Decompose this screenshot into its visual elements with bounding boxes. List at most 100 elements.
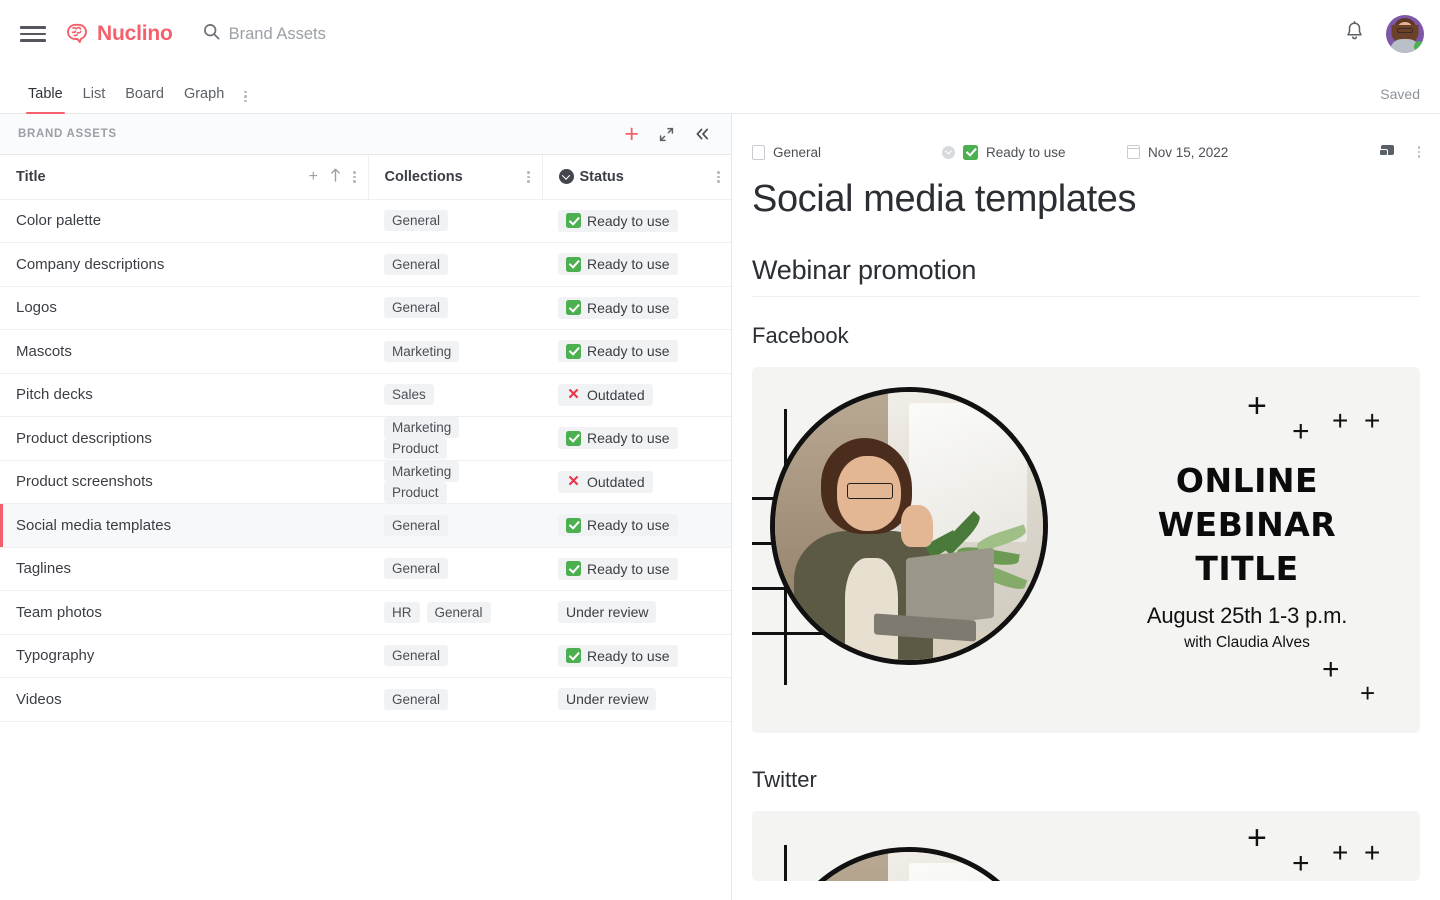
document-menu-icon[interactable]: [1417, 146, 1420, 158]
tab-board[interactable]: Board: [115, 86, 174, 113]
cell-status[interactable]: Ready to use: [542, 416, 731, 461]
tab-list[interactable]: List: [73, 86, 116, 113]
add-item-button[interactable]: +: [624, 121, 639, 147]
table-row[interactable]: Social media templates General Ready to us…: [0, 503, 731, 548]
cell-collections[interactable]: MarketingProduct: [368, 460, 542, 504]
check-icon: [566, 300, 581, 316]
collection-tag: General: [384, 253, 449, 275]
check-icon: [963, 144, 978, 160]
document-content: General Ready to use Nov 15, 2022 Social…: [732, 114, 1440, 881]
search-value: Brand Assets: [228, 24, 326, 43]
cell-collections[interactable]: General: [368, 242, 542, 287]
check-icon: [566, 648, 581, 664]
decor-cross: +: [1332, 837, 1349, 868]
cell-title[interactable]: Company descriptions: [0, 242, 368, 287]
cell-status[interactable]: Ready to use: [542, 547, 731, 591]
cell-title[interactable]: Color palette: [0, 199, 368, 243]
cell-status[interactable]: Ready to use: [542, 634, 731, 678]
search-input[interactable]: Brand Assets: [203, 23, 326, 45]
table-row[interactable]: Mascots Marketing Ready to use: [0, 329, 731, 374]
cell-status[interactable]: Ready to use: [542, 329, 731, 374]
brand-logo[interactable]: Nuclino: [64, 21, 173, 48]
cell-title[interactable]: Social media templates: [0, 503, 368, 548]
meta-collection[interactable]: General: [752, 144, 942, 160]
cell-collections[interactable]: General: [368, 634, 542, 678]
column-header-title[interactable]: Title +: [0, 155, 369, 200]
search-icon: [203, 23, 220, 45]
cell-collections[interactable]: General: [368, 547, 542, 591]
add-column-icon[interactable]: +: [309, 168, 318, 185]
cell-status[interactable]: Ready to use: [542, 503, 731, 548]
cell-status[interactable]: Under review: [542, 590, 731, 635]
cell-title[interactable]: Pitch decks: [0, 373, 368, 417]
check-icon: [566, 256, 581, 272]
cell-title[interactable]: Product descriptions: [0, 416, 368, 461]
check-icon: [566, 430, 581, 446]
collection-tag: General: [384, 558, 449, 580]
cell-status[interactable]: ✕ Outdated: [542, 460, 731, 504]
tabs-more-icon[interactable]: [234, 68, 257, 113]
table-row[interactable]: Pitch decks Sales ✕ Outdated: [0, 373, 731, 417]
table-row[interactable]: Product descriptions MarketingProduct Read…: [0, 416, 731, 461]
cell-status[interactable]: Under review: [542, 677, 731, 722]
hamburger-icon[interactable]: [20, 21, 46, 47]
avatar[interactable]: [1386, 15, 1424, 53]
tab-graph[interactable]: Graph: [174, 86, 234, 113]
collection-title: BRAND ASSETS: [18, 128, 117, 140]
status-label: Ready to use: [587, 517, 670, 534]
bell-icon[interactable]: [1345, 21, 1364, 47]
cell-collections[interactable]: HR General: [368, 590, 542, 635]
items-table-wrapper: Title + Collections Status Color palette…: [0, 154, 731, 900]
cell-collections[interactable]: General: [368, 286, 542, 330]
meta-date[interactable]: Nov 15, 2022: [1126, 145, 1228, 160]
save-state-label: Saved: [1380, 86, 1420, 102]
status-label: Ready to use: [587, 256, 670, 273]
cell-collections[interactable]: Marketing: [368, 329, 542, 374]
cell-status[interactable]: Ready to use: [542, 242, 731, 287]
cell-collections[interactable]: General: [368, 199, 542, 243]
cell-title[interactable]: Product screenshots: [0, 460, 368, 504]
expand-icon[interactable]: [659, 127, 674, 142]
cell-title[interactable]: Logos: [0, 286, 368, 330]
cell-title[interactable]: Videos: [0, 677, 368, 722]
table-row[interactable]: Videos General Under review: [0, 677, 731, 722]
column-menu-icon-title[interactable]: [353, 171, 356, 183]
cell-title[interactable]: Mascots: [0, 329, 368, 374]
meta-status[interactable]: Ready to use: [942, 144, 1127, 160]
cell-status[interactable]: Ready to use: [542, 286, 731, 330]
column-header-status[interactable]: Status: [542, 155, 731, 200]
table-row[interactable]: Team photos HR General Under review: [0, 590, 731, 635]
cell-collections[interactable]: MarketingProduct: [368, 416, 542, 461]
cell-collections[interactable]: General: [368, 503, 542, 548]
table-row[interactable]: Product screenshots MarketingProduct ✕ Outd…: [0, 460, 731, 504]
table-row[interactable]: Company descriptions General Ready to use: [0, 242, 731, 287]
collection-tag: General: [384, 688, 449, 710]
facebook-template-image[interactable]: + + + + + + ONLINE WEBINAR TITLE August …: [752, 367, 1420, 733]
cell-title[interactable]: Typography: [0, 634, 368, 678]
column-header-collections[interactable]: Collections: [368, 155, 543, 200]
cell-title[interactable]: Team photos: [0, 590, 368, 635]
comment-icon[interactable]: [1378, 145, 1396, 159]
table-row[interactable]: Typography General Ready to use: [0, 634, 731, 678]
table-row[interactable]: Color palette General Ready to use: [0, 199, 731, 243]
woman-at-laptop-photo: [770, 847, 1048, 881]
cell-collections[interactable]: Sales: [368, 373, 542, 417]
column-menu-icon-status[interactable]: [717, 171, 720, 183]
column-label-status: Status: [579, 168, 624, 185]
table-row[interactable]: Taglines General Ready to use: [0, 547, 731, 591]
chevrons-left-icon[interactable]: [694, 127, 711, 141]
cell-status[interactable]: ✕ Outdated: [542, 373, 731, 417]
column-menu-icon-collections[interactable]: [527, 171, 530, 183]
cell-status[interactable]: Ready to use: [542, 199, 731, 243]
collection-tag: Marketing: [384, 417, 460, 439]
cell-collections[interactable]: General: [368, 677, 542, 722]
decor-cross: +: [1247, 387, 1267, 425]
twitter-template-image[interactable]: + + + +: [752, 811, 1420, 881]
status-label: Ready to use: [587, 343, 670, 360]
status-badge: Under review: [558, 688, 657, 711]
cell-title[interactable]: Taglines: [0, 547, 368, 591]
sort-asc-icon[interactable]: [330, 168, 341, 186]
select-field-icon: [558, 169, 574, 185]
table-row[interactable]: Logos General Ready to use: [0, 286, 731, 330]
tab-table[interactable]: Table: [18, 86, 73, 114]
